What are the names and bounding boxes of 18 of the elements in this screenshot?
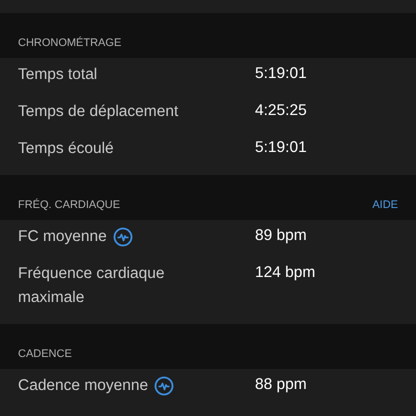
stat-label: Cadence moyenne [18,376,148,396]
stat-value: 88 ppm [255,375,307,395]
stat-label: Temps de déplacement [18,102,178,122]
section-header: CADENCE [18,348,72,360]
stat-label: FC moyenne [18,227,107,247]
section-header: CHRONOMÉTRAGE [18,36,122,48]
stat-label: Temps écoulé [18,139,114,159]
section-header: FRÉQ. CARDIAQUE [18,198,120,210]
stat-value: 89 bpm [255,226,307,246]
stat-value: 5:19:01 [255,138,307,158]
heartbeat-icon[interactable] [112,227,133,247]
stat-label: Temps total [18,65,98,85]
heartbeat-icon[interactable] [154,376,174,396]
help-link[interactable]: AIDE [372,198,398,210]
stat-value: 4:25:25 [255,101,307,121]
stat-value: 124 bpm [255,263,316,283]
stat-label: Fréquence cardiaque maximale [18,264,166,308]
stat-value: 5:19:01 [255,64,307,84]
